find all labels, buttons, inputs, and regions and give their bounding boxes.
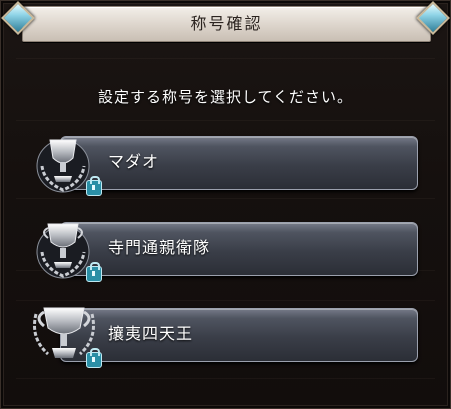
- lock-icon: [86, 176, 102, 196]
- title-option-label: 攘夷四天王: [108, 324, 194, 343]
- divider: [16, 198, 435, 199]
- dialog-prompt: 設定する称号を選択してください。: [97, 88, 354, 106]
- lock-icon: [86, 348, 102, 368]
- lock-icon: [86, 262, 102, 282]
- title-confirm-dialog: 称号確認 設定する称号を選択してください。 マダオ 寺門通親衛隊 攘夷四天王: [0, 0, 451, 409]
- title-option-label: 寺門通親衛隊: [108, 238, 211, 257]
- dialog-title: 称号確認: [190, 14, 263, 33]
- title-option-joi-shitenno[interactable]: 攘夷四天王: [30, 304, 418, 368]
- title-option-madao[interactable]: マダオ: [30, 132, 418, 196]
- divider: [16, 120, 435, 121]
- divider: [16, 378, 435, 379]
- divider: [16, 58, 435, 59]
- title-option-terakado-tsu-guard[interactable]: 寺門通親衛隊: [30, 218, 418, 282]
- divider: [16, 300, 435, 301]
- title-option-label: マダオ: [108, 152, 160, 171]
- dialog-header: 称号確認: [22, 6, 431, 42]
